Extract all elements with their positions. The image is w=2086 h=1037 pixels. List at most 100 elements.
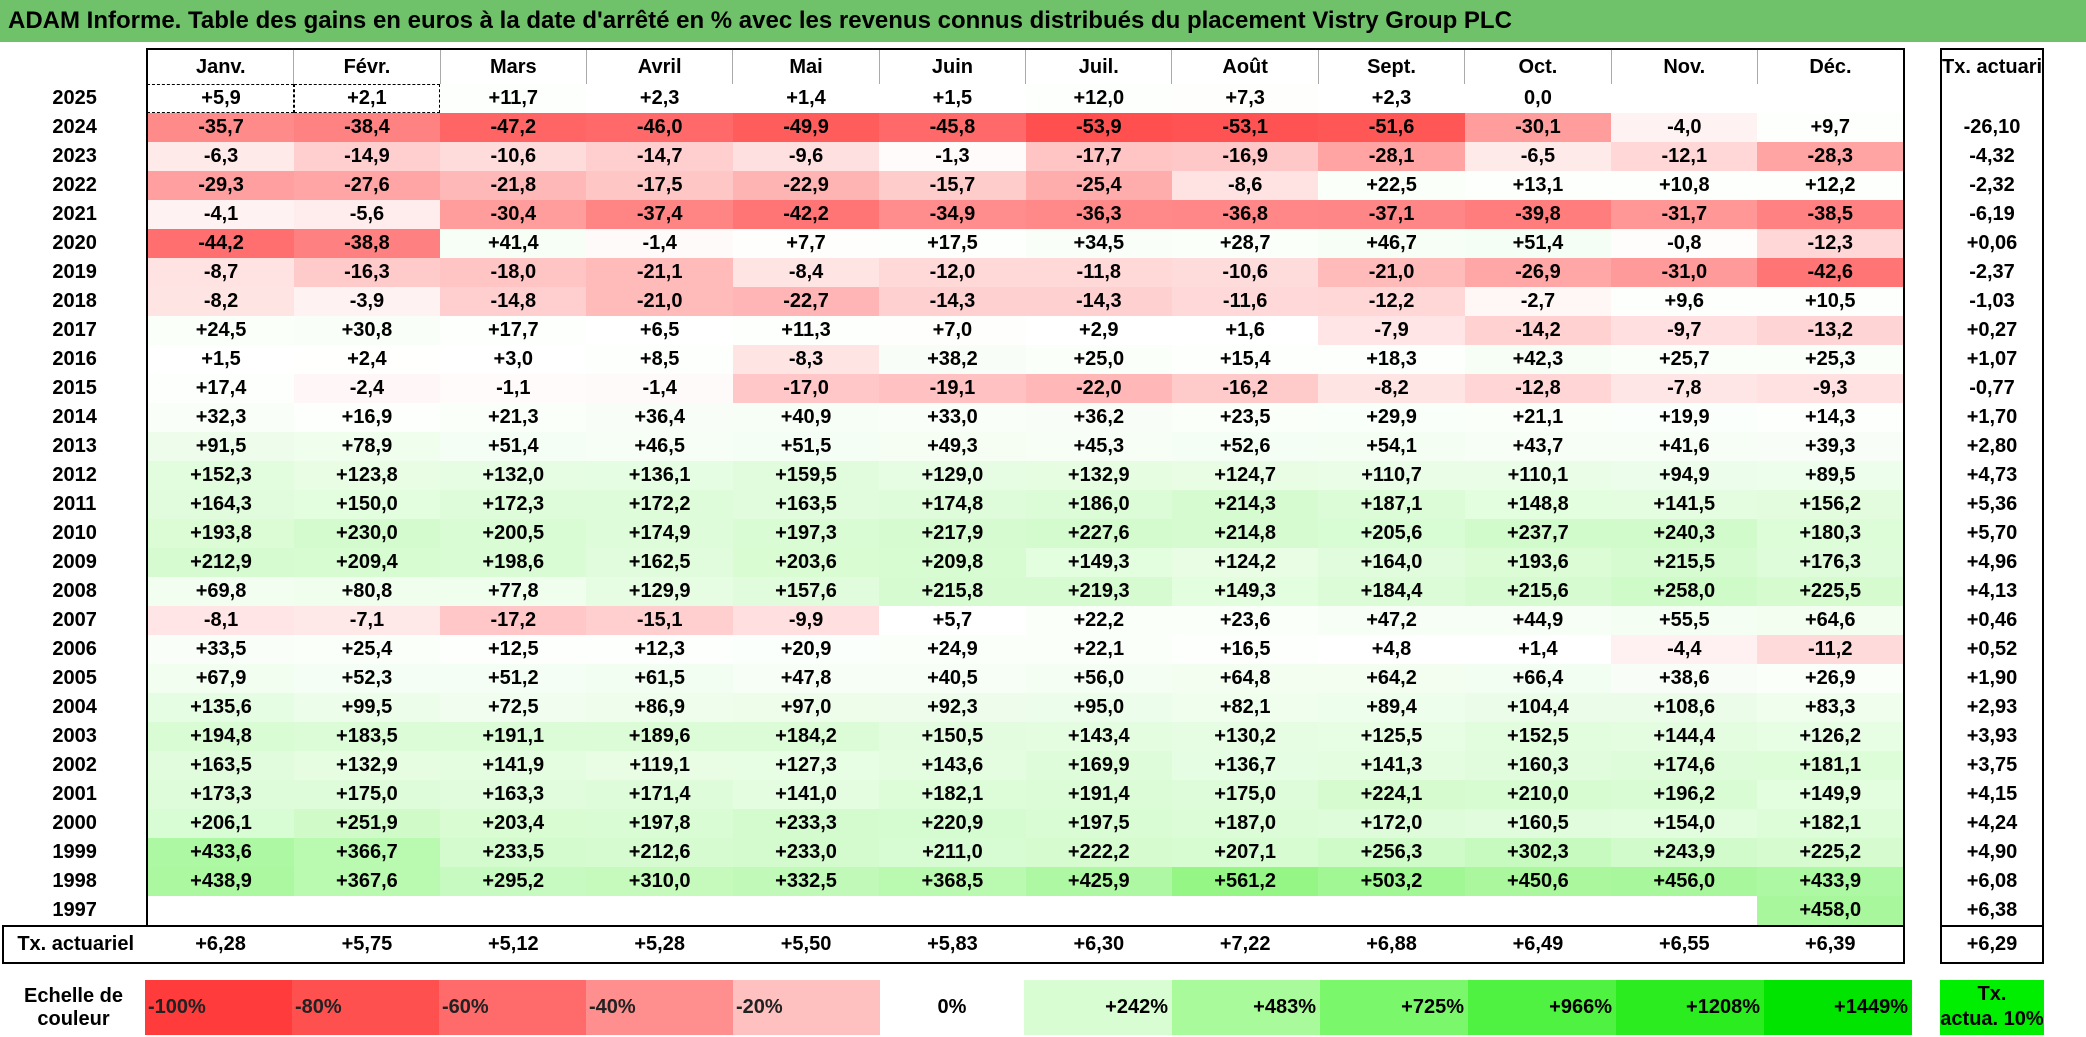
value-cell: -9,3 <box>1757 374 1905 403</box>
value-cell: -1,4 <box>586 374 733 403</box>
value-cell: +110,1 <box>1464 461 1612 490</box>
value-cell: -6,3 <box>146 142 294 171</box>
value-cell: +172,0 <box>1318 809 1465 838</box>
rate-cell: +4,96 <box>1940 548 2044 577</box>
value-cell: +54,1 <box>1318 432 1465 461</box>
page-title: ADAM Informe. Table des gains en euros à… <box>0 0 2086 42</box>
value-cell: +193,8 <box>146 519 294 548</box>
value-cell: +182,1 <box>879 780 1026 809</box>
value-cell: -19,1 <box>879 374 1026 403</box>
value-cell: +10,5 <box>1757 287 1905 316</box>
value-cell: +174,6 <box>1611 751 1758 780</box>
year-label: 2000 <box>52 812 97 834</box>
value-cell: +141,5 <box>1611 490 1758 519</box>
value-cell: +21,1 <box>1464 403 1612 432</box>
value-cell: +1,6 <box>1171 316 1319 345</box>
year-label: 2023 <box>52 145 97 167</box>
value-cell: -7,1 <box>293 606 441 635</box>
value-cell: +46,7 <box>1318 229 1465 258</box>
table-row: 1997 +458,0 <box>3 896 1905 926</box>
value-cell: +258,0 <box>1611 577 1758 606</box>
value-cell <box>1318 896 1465 926</box>
value-cell: +433,6 <box>146 838 294 867</box>
value-cell: -18,0 <box>440 258 587 287</box>
rate-cell: +6,08 <box>1940 867 2044 896</box>
rate-cell: +2,93 <box>1940 693 2044 722</box>
year-label: 2022 <box>52 174 97 196</box>
value-cell: +256,3 <box>1318 838 1465 867</box>
value-cell: +173,3 <box>146 780 294 809</box>
value-cell: +11,3 <box>732 316 880 345</box>
value-cell: +196,2 <box>1611 780 1758 809</box>
year-label: 2014 <box>52 406 97 428</box>
value-cell: +8,5 <box>586 345 733 374</box>
value-cell: -14,3 <box>879 287 1026 316</box>
month-header: Févr. <box>293 48 441 84</box>
rate-cell: +3,93 <box>1940 722 2044 751</box>
value-cell: +25,0 <box>1025 345 1172 374</box>
value-cell: +219,3 <box>1025 577 1172 606</box>
value-cell: +141,0 <box>732 780 880 809</box>
value-cell: +47,8 <box>732 664 880 693</box>
year-label: 2020 <box>52 232 97 254</box>
value-cell: +99,5 <box>293 693 441 722</box>
color-scale-swatch: -20% <box>733 980 880 1035</box>
value-cell: +302,3 <box>1464 838 1612 867</box>
value-cell: +2,4 <box>293 345 441 374</box>
value-cell: -28,1 <box>1318 142 1465 171</box>
value-cell: +119,1 <box>586 751 733 780</box>
value-cell: -44,2 <box>146 229 294 258</box>
value-cell: -21,8 <box>440 171 587 200</box>
value-cell: +129,0 <box>879 461 1026 490</box>
value-cell: +124,2 <box>1171 548 1319 577</box>
value-cell: +55,5 <box>1611 606 1758 635</box>
value-cell: -7,9 <box>1318 316 1465 345</box>
table-row: 2010 +193,8 +230,0 +200,5 +174,9 +197,3 +217,9… <box>3 519 1905 548</box>
color-scale-swatch: -60% <box>439 980 586 1035</box>
value-cell: +136,1 <box>586 461 733 490</box>
value-cell: +237,7 <box>1464 519 1612 548</box>
value-cell <box>586 896 733 926</box>
value-cell: -31,0 <box>1611 258 1758 287</box>
value-cell: +172,3 <box>440 490 587 519</box>
value-cell: -46,0 <box>586 113 733 142</box>
value-cell: +9,6 <box>1611 287 1758 316</box>
value-cell: +189,6 <box>586 722 733 751</box>
value-cell: -14,8 <box>440 287 587 316</box>
value-cell: -0,8 <box>1611 229 1758 258</box>
value-cell: +224,1 <box>1318 780 1465 809</box>
year-label: 2016 <box>52 348 97 370</box>
value-cell: +182,1 <box>1757 809 1905 838</box>
value-cell <box>1464 896 1612 926</box>
rate-cell: +4,15 <box>1940 780 2044 809</box>
month-header: Août <box>1171 48 1319 84</box>
table-row: 1998 +438,9 +367,6 +295,2 +310,0 +332,5 +368,5… <box>3 867 1905 896</box>
year-label: 2015 <box>52 377 97 399</box>
color-scale-swatch: -40% <box>586 980 733 1035</box>
color-scale-swatch: +725% <box>1320 980 1468 1035</box>
value-cell: +144,4 <box>1611 722 1758 751</box>
value-cell: +141,9 <box>440 751 587 780</box>
value-cell: +154,0 <box>1611 809 1758 838</box>
value-cell: +215,5 <box>1611 548 1758 577</box>
value-cell: -11,2 <box>1757 635 1905 664</box>
value-cell: -17,2 <box>440 606 587 635</box>
value-cell <box>1611 84 1758 113</box>
value-cell: +132,9 <box>1025 461 1172 490</box>
summary-cell: +6,39 <box>1757 925 1905 964</box>
value-cell: +212,6 <box>586 838 733 867</box>
year-label: 2019 <box>52 261 97 283</box>
value-cell: +5,7 <box>879 606 1026 635</box>
table-row: 2014 +32,3 +16,9 +21,3 +36,4 +40,9 +33,0 +36,2 +… <box>3 403 1905 432</box>
value-cell: -37,1 <box>1318 200 1465 229</box>
value-cell: +125,5 <box>1318 722 1465 751</box>
value-cell: +561,2 <box>1171 867 1319 896</box>
value-cell: +143,4 <box>1025 722 1172 751</box>
table-row: 2003 +194,8 +183,5 +191,1 +189,6 +184,2 +150,5… <box>3 722 1905 751</box>
value-cell: +56,0 <box>1025 664 1172 693</box>
year-label: 2017 <box>52 319 97 341</box>
value-cell: -16,3 <box>293 258 441 287</box>
value-cell: +130,2 <box>1171 722 1319 751</box>
value-cell: +51,4 <box>1464 229 1612 258</box>
rate-cell: -26,10 <box>1940 113 2044 142</box>
